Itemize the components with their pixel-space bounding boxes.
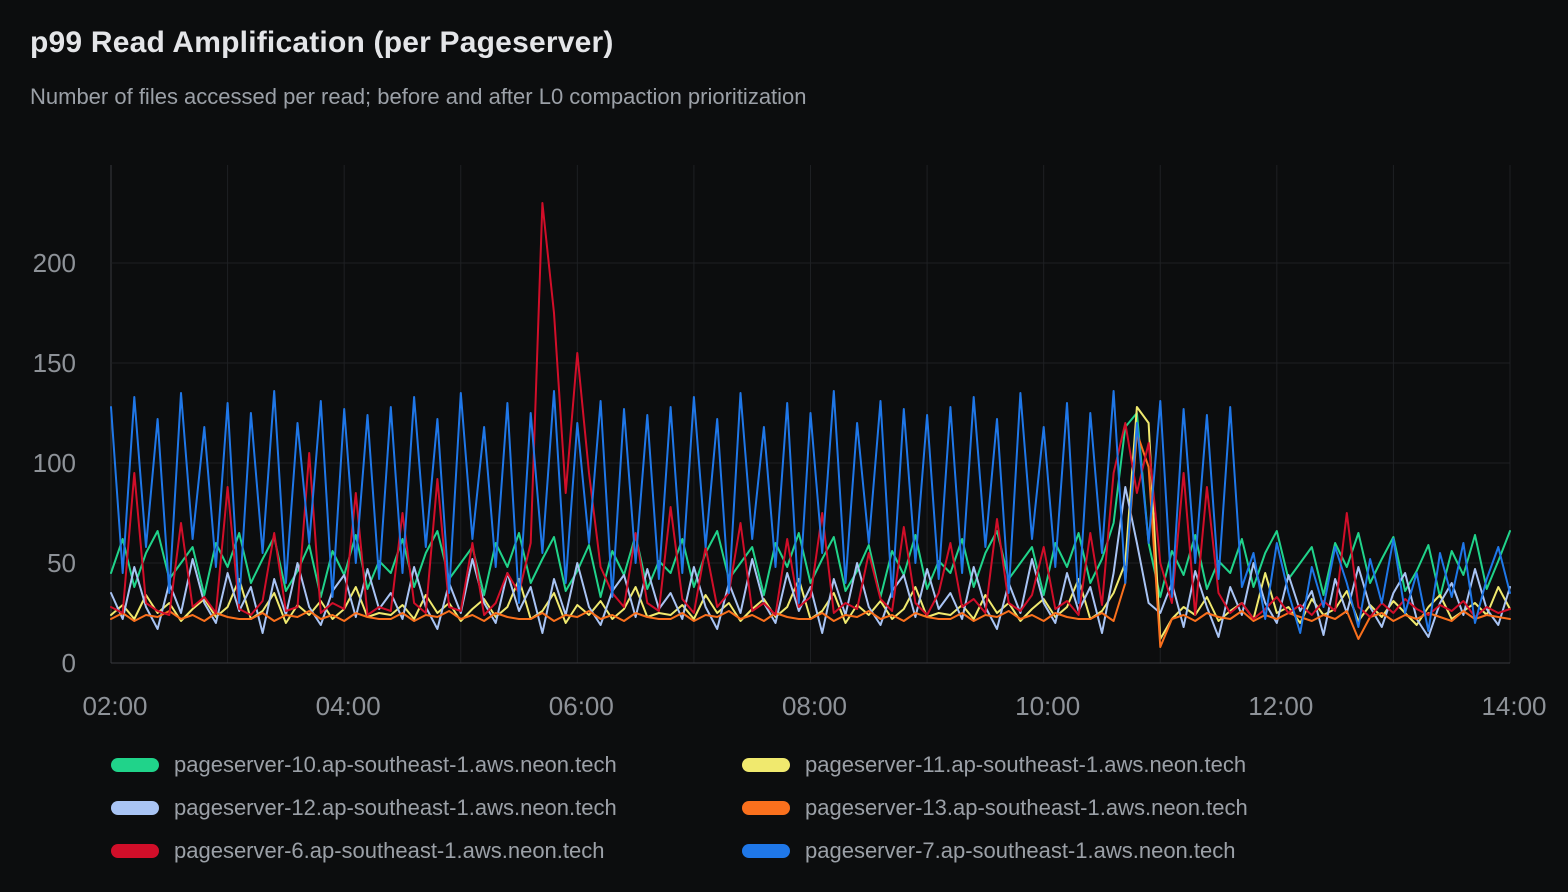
y-tick-label: 0	[0, 648, 76, 678]
x-tick-label: 08:00	[755, 690, 875, 722]
legend-label: pageserver-10.ap-southeast-1.aws.neon.te…	[174, 752, 617, 778]
legend-label: pageserver-13.ap-southeast-1.aws.neon.te…	[805, 795, 1248, 821]
y-axis-labels: 050100150200	[0, 165, 92, 663]
y-tick-label: 200	[0, 248, 76, 278]
x-axis-labels: 02:0004:0006:0008:0010:0012:0014:00	[111, 690, 1510, 722]
legend-swatch	[111, 801, 159, 815]
legend-swatch	[742, 844, 790, 858]
legend-swatch	[742, 801, 790, 815]
legend-item-pageserver-6[interactable]: pageserver-6.ap-southeast-1.aws.neon.tec…	[111, 839, 742, 863]
legend-swatch	[742, 758, 790, 772]
legend-item-pageserver-12[interactable]: pageserver-12.ap-southeast-1.aws.neon.te…	[111, 796, 742, 820]
x-tick-label: 14:00	[1454, 690, 1568, 722]
x-tick-label: 10:00	[988, 690, 1108, 722]
legend-swatch	[111, 758, 159, 772]
x-tick-label: 04:00	[288, 690, 408, 722]
plot-area[interactable]	[111, 165, 1510, 663]
x-tick-label: 06:00	[521, 690, 641, 722]
x-tick-label: 12:00	[1221, 690, 1341, 722]
legend-label: pageserver-7.ap-southeast-1.aws.neon.tec…	[805, 838, 1235, 864]
legend-swatch	[111, 844, 159, 858]
legend: pageserver-10.ap-southeast-1.aws.neon.te…	[111, 753, 1491, 863]
legend-label: pageserver-6.ap-southeast-1.aws.neon.tec…	[174, 838, 604, 864]
legend-item-pageserver-13[interactable]: pageserver-13.ap-southeast-1.aws.neon.te…	[742, 796, 1491, 820]
page-title: p99 Read Amplification (per Pageserver)	[30, 26, 614, 60]
legend-item-pageserver-7[interactable]: pageserver-7.ap-southeast-1.aws.neon.tec…	[742, 839, 1491, 863]
legend-item-pageserver-11[interactable]: pageserver-11.ap-southeast-1.aws.neon.te…	[742, 753, 1491, 777]
panel-subtitle: Number of files accessed per read; befor…	[30, 84, 807, 110]
legend-label: pageserver-11.ap-southeast-1.aws.neon.te…	[805, 752, 1246, 778]
plot-canvas[interactable]	[111, 165, 1510, 663]
y-tick-label: 50	[0, 548, 76, 578]
legend-label: pageserver-12.ap-southeast-1.aws.neon.te…	[174, 795, 617, 821]
y-tick-label: 100	[0, 448, 76, 478]
x-tick-label: 02:00	[55, 690, 175, 722]
legend-item-pageserver-10[interactable]: pageserver-10.ap-southeast-1.aws.neon.te…	[111, 753, 742, 777]
y-tick-label: 150	[0, 348, 76, 378]
